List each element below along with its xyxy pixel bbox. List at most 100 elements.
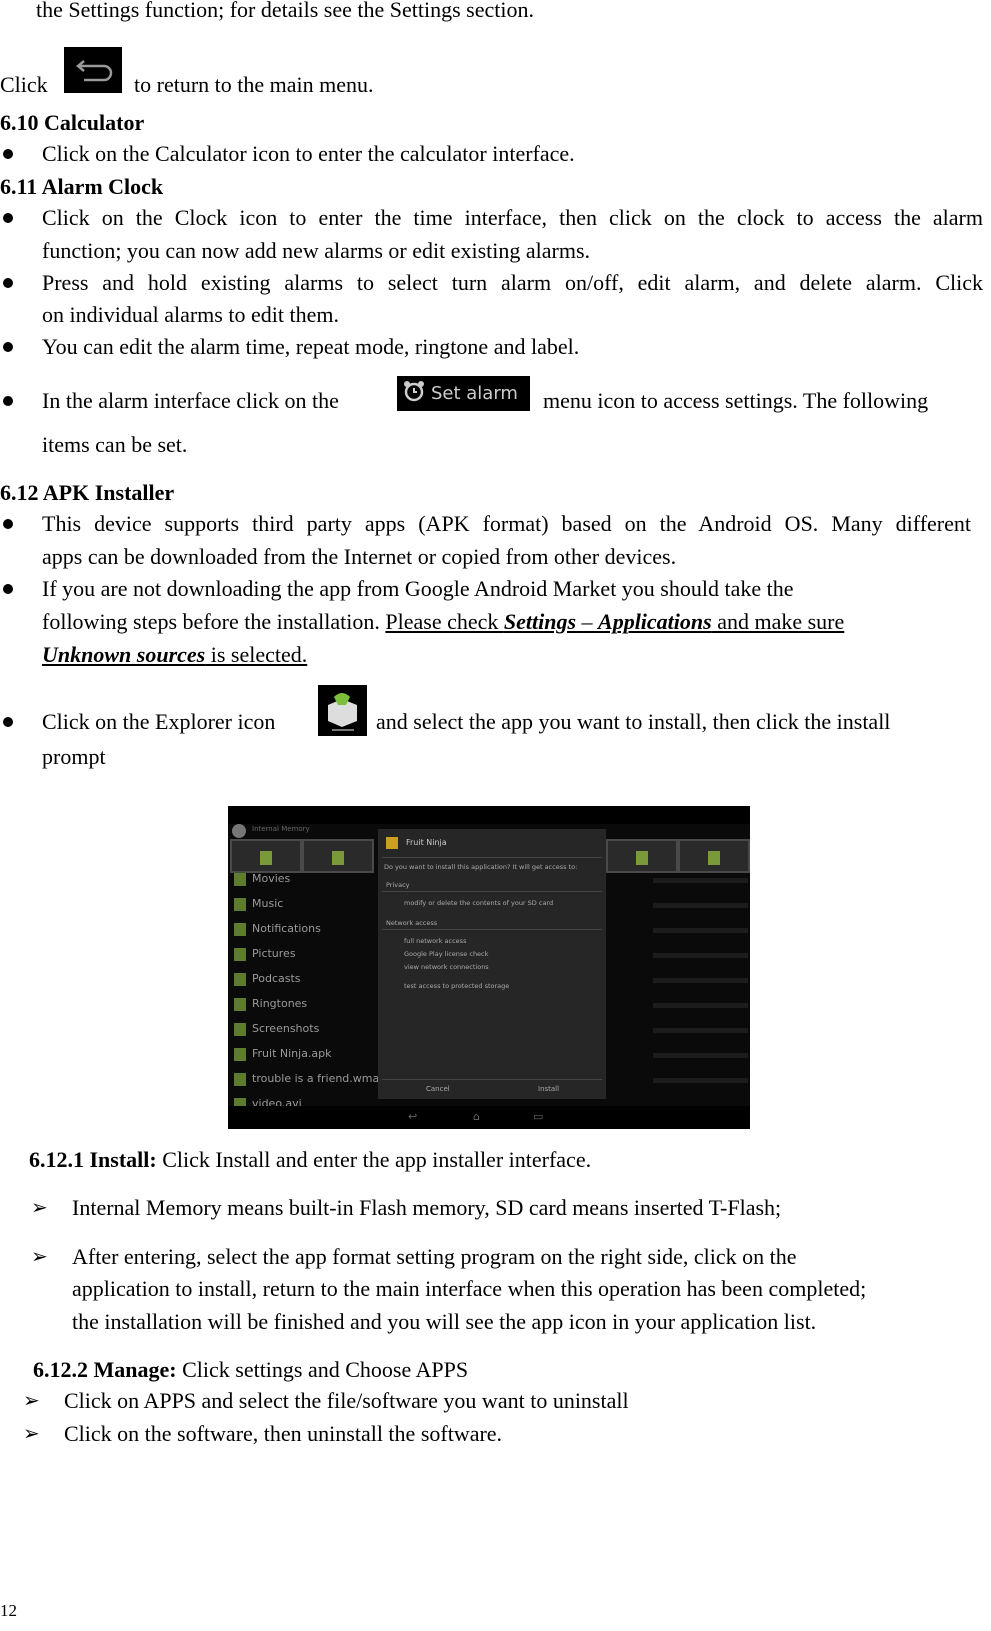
bullet-icon: [3, 519, 13, 529]
heading-6-12-2: 6.12.2 Manage:: [33, 1357, 177, 1382]
arrow-text: application to install, return to the ma…: [72, 1276, 867, 1301]
arrow-text: the installation will be finished and yo…: [72, 1309, 817, 1334]
alarm-clock-icon: [403, 380, 425, 407]
folder-icon: [234, 1022, 246, 1036]
file-name: trouble is a friend.wma: [252, 1072, 380, 1085]
back-arrow-icon: [64, 47, 122, 93]
dialog-question: Do you want to install this application?…: [384, 863, 578, 871]
dialog-title: Fruit Ninja: [406, 838, 447, 847]
bullet-text: menu icon to access settings. The follow…: [543, 388, 929, 413]
arrow-text: Click on the software, then uninstall th…: [64, 1421, 503, 1446]
status-bar: [228, 806, 750, 824]
back-icon: ↩: [408, 1110, 418, 1123]
file-date: [653, 1078, 748, 1083]
text-span: and make sure: [711, 609, 845, 634]
bullet-icon: [3, 584, 13, 594]
bullet-text: In the alarm interface click on the: [42, 388, 339, 413]
bullet-text: If you are not downloading the app from …: [42, 576, 794, 601]
bullet-text: apps can be downloaded from the Internet…: [42, 544, 677, 569]
folder-icon: [234, 997, 246, 1011]
file-name: Pictures: [252, 947, 296, 960]
heading-6-12: 6.12 APK Installer: [0, 480, 175, 505]
folder-icon: [234, 947, 246, 961]
network-header: Network access: [386, 919, 438, 927]
folder-icon: [234, 1072, 246, 1086]
file-date: [653, 928, 748, 933]
file-date: [653, 878, 748, 883]
file-list-item[interactable]: Podcasts: [234, 972, 301, 986]
app-icon: [232, 824, 246, 838]
bullet-icon: [3, 396, 13, 406]
heading-6-10: 6.10 Calculator: [0, 110, 145, 135]
tab-tile: [230, 839, 302, 873]
bullet-icon: [3, 278, 13, 288]
bullet-icon: [3, 213, 13, 223]
bullet-text: Unknown sources is selected.: [42, 642, 307, 668]
arrow-bullet-icon: ➢: [31, 1246, 48, 1268]
heading-6-11: 6.11 Alarm Clock: [0, 174, 164, 199]
text-span: following steps before the installation.: [42, 609, 386, 634]
file-name: Ringtones: [252, 997, 308, 1010]
arrow-bullet-icon: ➢: [23, 1390, 40, 1412]
permission: modify or delete the contents of your SD…: [404, 899, 554, 907]
applications-term: Applications: [598, 609, 712, 634]
bullet-text: prompt: [42, 744, 106, 769]
permission: test access to protected storage: [404, 982, 510, 990]
install-button[interactable]: Install: [538, 1085, 559, 1093]
file-list-item[interactable]: Notifications: [234, 922, 321, 936]
manage-paragraph: 6.12.2 Manage: Click settings and Choose…: [33, 1357, 468, 1383]
install-paragraph: 6.12.1 Install: Click Install and enter …: [29, 1147, 591, 1173]
file-date: [653, 1053, 748, 1058]
bullet-icon: [3, 149, 13, 159]
privacy-header: Privacy: [386, 881, 410, 889]
file-list-item[interactable]: Pictures: [234, 947, 296, 961]
file-name: Fruit Ninja.apk: [252, 1047, 332, 1060]
file-list-item[interactable]: Ringtones: [234, 997, 307, 1011]
file-date: [653, 978, 748, 983]
home-icon: ⌂: [473, 1110, 480, 1123]
heading-6-12-1: 6.12.1 Install:: [29, 1147, 157, 1172]
unknown-sources-term: Unknown sources: [42, 642, 206, 667]
permission: Google Play license check: [404, 950, 489, 958]
header-title: Internal Memory: [252, 825, 310, 833]
file-name: Podcasts: [252, 972, 301, 985]
arrow-text: Click on APPS and select the file/softwa…: [64, 1388, 629, 1413]
bullet-text: Press and hold existing alarms to select…: [42, 270, 983, 295]
file-list-item[interactable]: Movies: [234, 872, 290, 886]
text-span: –: [576, 609, 599, 634]
cancel-button[interactable]: Cancel: [426, 1085, 450, 1093]
apk-installer-screenshot: Internal Memory Movies Music Notifications…: [228, 806, 750, 1129]
folder-icon: [234, 897, 246, 911]
nav-bar: ↩ ⌂ ▭: [228, 1106, 750, 1129]
bullet-icon: [3, 717, 13, 727]
bullet-text: This device supports third party apps (A…: [42, 511, 971, 536]
set-alarm-button-image: Set alarm: [397, 376, 530, 411]
explorer-icon: [318, 685, 367, 736]
file-list-item[interactable]: Screenshots: [234, 1022, 319, 1036]
folder-icon: [234, 922, 246, 936]
file-date: [653, 1028, 748, 1033]
file-name: Movies: [252, 872, 291, 885]
bullet-text: on individual alarms to edit them.: [42, 302, 339, 327]
file-date: [653, 903, 748, 908]
arrow-text: After entering, select the app format se…: [72, 1244, 797, 1269]
arrow-bullet-icon: ➢: [31, 1197, 48, 1219]
file-list-item[interactable]: trouble is a friend.wma: [234, 1072, 379, 1086]
bullet-text: You can edit the alarm time, repeat mode…: [42, 334, 580, 359]
file-list-item[interactable]: Music: [234, 897, 283, 911]
intro-line: the Settings function; for details see t…: [36, 0, 534, 22]
folder-icon: [234, 1047, 246, 1061]
bullet-text: items can be set.: [42, 432, 188, 457]
file-name: Screenshots: [252, 1022, 320, 1035]
tab-tile: [302, 839, 374, 873]
fruit-ninja-icon: [386, 837, 398, 849]
folder-icon: [234, 872, 246, 886]
recent-apps-icon: ▭: [533, 1110, 544, 1123]
folder-icon: [234, 972, 246, 986]
document-page: the Settings function; for details see t…: [0, 0, 991, 1631]
tab-tile: [678, 839, 750, 873]
bullet-text: Click on the Calculator icon to enter th…: [42, 141, 575, 166]
click-label: Click: [0, 72, 48, 97]
bullet-icon: [3, 342, 13, 352]
file-list-item[interactable]: Fruit Ninja.apk: [234, 1047, 332, 1061]
